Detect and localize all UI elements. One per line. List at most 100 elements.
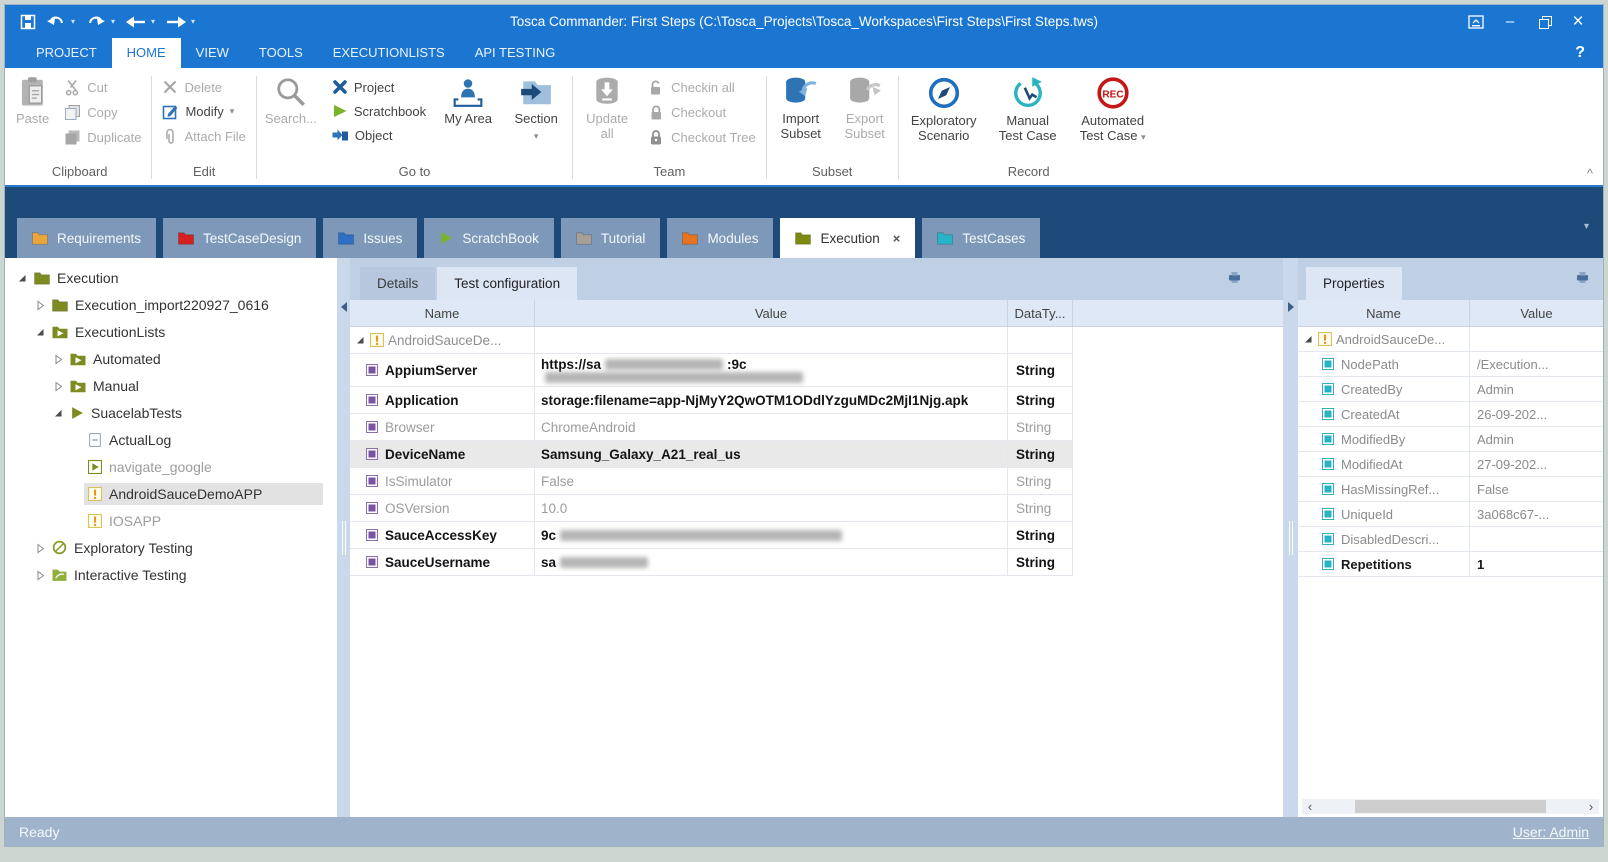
redo-icon[interactable]: [83, 10, 109, 34]
close-icon[interactable]: ×: [1563, 10, 1593, 34]
property-row[interactable]: DisabledDescri...: [1298, 527, 1603, 552]
tree-item[interactable]: ExecutionLists: [5, 318, 337, 345]
column-header-value[interactable]: Value: [535, 300, 1008, 326]
parameter-value-cell[interactable]: Samsung_Galaxy_A21_real_us: [535, 441, 1008, 467]
parameter-value-cell[interactable]: https://sa:9c: [535, 354, 1008, 386]
expander-closed-icon[interactable]: [49, 380, 66, 392]
tab-properties[interactable]: Properties: [1306, 267, 1402, 300]
parameter-value-cell[interactable]: sa: [535, 549, 1008, 575]
config-row[interactable]: DeviceNameSamsung_Galaxy_A21_real_usStri…: [350, 441, 1073, 468]
tree-item[interactable]: ActualLog: [5, 426, 337, 453]
tab-list-dropdown-icon[interactable]: ▾: [1584, 221, 1589, 232]
property-row[interactable]: CreatedAt26-09-202...: [1298, 402, 1603, 427]
attach-file-button[interactable]: Attach File: [155, 126, 252, 147]
parameter-value-cell[interactable]: [535, 327, 1008, 353]
expander-closed-icon[interactable]: [31, 569, 48, 581]
modify-button[interactable]: Modify ▾: [155, 101, 252, 122]
section-dropdown-icon[interactable]: ▾: [534, 129, 539, 144]
property-row[interactable]: NodePath/Execution...: [1298, 352, 1603, 377]
parameter-value-cell[interactable]: False: [535, 468, 1008, 494]
tree-item[interactable]: Manual: [5, 372, 337, 399]
pin-icon[interactable]: [1226, 270, 1243, 290]
property-value-cell[interactable]: Admin: [1470, 377, 1603, 401]
tab-api-testing[interactable]: API TESTING: [460, 38, 571, 68]
tab-home[interactable]: HOME: [112, 38, 181, 68]
goto-object-button[interactable]: Object: [325, 125, 433, 145]
expander-open-icon[interactable]: [31, 326, 48, 338]
tree-item[interactable]: Exploratory Testing: [5, 534, 337, 561]
tree-item[interactable]: AndroidSauceDemoAPP: [5, 480, 337, 507]
property-value-cell[interactable]: 3a068c67-...: [1470, 502, 1603, 526]
config-row[interactable]: Applicationstorage:filename=app-NjMyY2Qw…: [350, 387, 1073, 414]
doc-tab-scratchbook[interactable]: ScratchBook: [424, 218, 554, 258]
property-value-cell[interactable]: [1470, 327, 1603, 351]
tree-item[interactable]: Interactive Testing: [5, 561, 337, 588]
doc-tab-execution[interactable]: Execution×: [780, 218, 915, 258]
config-row[interactable]: BrowserChromeAndroidString: [350, 414, 1073, 441]
property-row[interactable]: UniqueId3a068c67-...: [1298, 502, 1603, 527]
exploratory-scenario-button[interactable]: Exploratory Scenario: [902, 73, 986, 146]
column-header-datatype[interactable]: DataTy...: [1008, 300, 1073, 326]
property-row[interactable]: HasMissingRef...False: [1298, 477, 1603, 502]
export-subset-button[interactable]: Export Subset: [835, 73, 895, 144]
restore-icon[interactable]: [1529, 10, 1559, 34]
user-link[interactable]: User: Admin: [1513, 824, 1589, 840]
column-header-name[interactable]: Name: [350, 300, 535, 326]
forward-dropdown-icon[interactable]: ▾: [191, 17, 201, 26]
parameter-value-cell[interactable]: storage:filename=app-NjMyY2QwOTM1ODdlYzg…: [535, 387, 1008, 413]
config-row[interactable]: SauceUsernamesaString: [350, 549, 1073, 576]
section-button[interactable]: Section ▾: [503, 73, 569, 147]
help-icon[interactable]: ?: [1575, 38, 1585, 68]
ribbon-display-options-icon[interactable]: [1461, 10, 1491, 34]
tab-test-configuration[interactable]: Test configuration: [437, 267, 577, 300]
tree-splitter[interactable]: [337, 258, 350, 817]
tab-tools[interactable]: TOOLS: [244, 38, 318, 68]
duplicate-button[interactable]: Duplicate: [57, 127, 148, 148]
modify-dropdown-icon[interactable]: ▾: [230, 106, 235, 117]
automated-test-case-button[interactable]: REC Automated Test Case ▾: [1070, 73, 1156, 148]
scroll-right-icon[interactable]: ›: [1583, 799, 1599, 814]
doc-tab-issues[interactable]: Issues: [323, 218, 417, 258]
expander-closed-icon[interactable]: [31, 299, 48, 311]
collapse-ribbon-icon[interactable]: ^: [1587, 166, 1593, 181]
parameter-value-cell[interactable]: ChromeAndroid: [535, 414, 1008, 440]
tab-executionlists[interactable]: EXECUTIONLISTS: [318, 38, 460, 68]
collapse-right-panel-icon[interactable]: [1288, 302, 1294, 312]
close-tab-icon[interactable]: ×: [893, 231, 901, 246]
config-row[interactable]: IsSimulatorFalseString: [350, 468, 1073, 495]
update-all-button[interactable]: Update all: [576, 73, 638, 144]
properties-splitter[interactable]: [1283, 258, 1298, 817]
parameter-value-cell[interactable]: 10.0: [535, 495, 1008, 521]
tree-item[interactable]: Automated: [5, 345, 337, 372]
my-area-button[interactable]: My Area: [436, 73, 500, 129]
expander-open-icon[interactable]: [49, 407, 66, 419]
tab-view[interactable]: VIEW: [181, 38, 244, 68]
property-row[interactable]: CreatedByAdmin: [1298, 377, 1603, 402]
property-row[interactable]: ModifiedByAdmin: [1298, 427, 1603, 452]
checkout-tree-button[interactable]: Checkout Tree: [641, 127, 763, 148]
tree-item[interactable]: IOSAPP: [5, 507, 337, 534]
expander-open-icon[interactable]: [354, 334, 366, 346]
expander-closed-icon[interactable]: [49, 353, 66, 365]
tree-item[interactable]: navigate_google: [5, 453, 337, 480]
tree-item[interactable]: Execution_import220927_0616: [5, 291, 337, 318]
expander-closed-icon[interactable]: [31, 542, 48, 554]
import-subset-button[interactable]: Import Subset: [770, 73, 832, 144]
save-icon[interactable]: [15, 10, 41, 34]
doc-tab-testcasedesign[interactable]: TestCaseDesign: [163, 218, 316, 258]
config-row[interactable]: OSVersion10.0String: [350, 495, 1073, 522]
search-button[interactable]: Search...: [260, 73, 322, 129]
parameter-value-cell[interactable]: 9c: [535, 522, 1008, 548]
automated-test-case-dropdown-icon[interactable]: ▾: [1141, 132, 1146, 142]
property-value-cell[interactable]: False: [1470, 477, 1603, 501]
delete-button[interactable]: Delete: [155, 77, 252, 97]
property-value-cell[interactable]: 26-09-202...: [1470, 402, 1603, 426]
scroll-left-icon[interactable]: ‹: [1302, 799, 1318, 814]
minimize-icon[interactable]: –: [1495, 10, 1525, 34]
undo-dropdown-icon[interactable]: ▾: [71, 17, 81, 26]
doc-tab-requirements[interactable]: Requirements: [17, 218, 156, 258]
property-value-cell[interactable]: 27-09-202...: [1470, 452, 1603, 476]
expander-open-icon[interactable]: [1302, 333, 1314, 345]
tree-item[interactable]: Execution: [5, 264, 337, 291]
back-dropdown-icon[interactable]: ▾: [151, 17, 161, 26]
